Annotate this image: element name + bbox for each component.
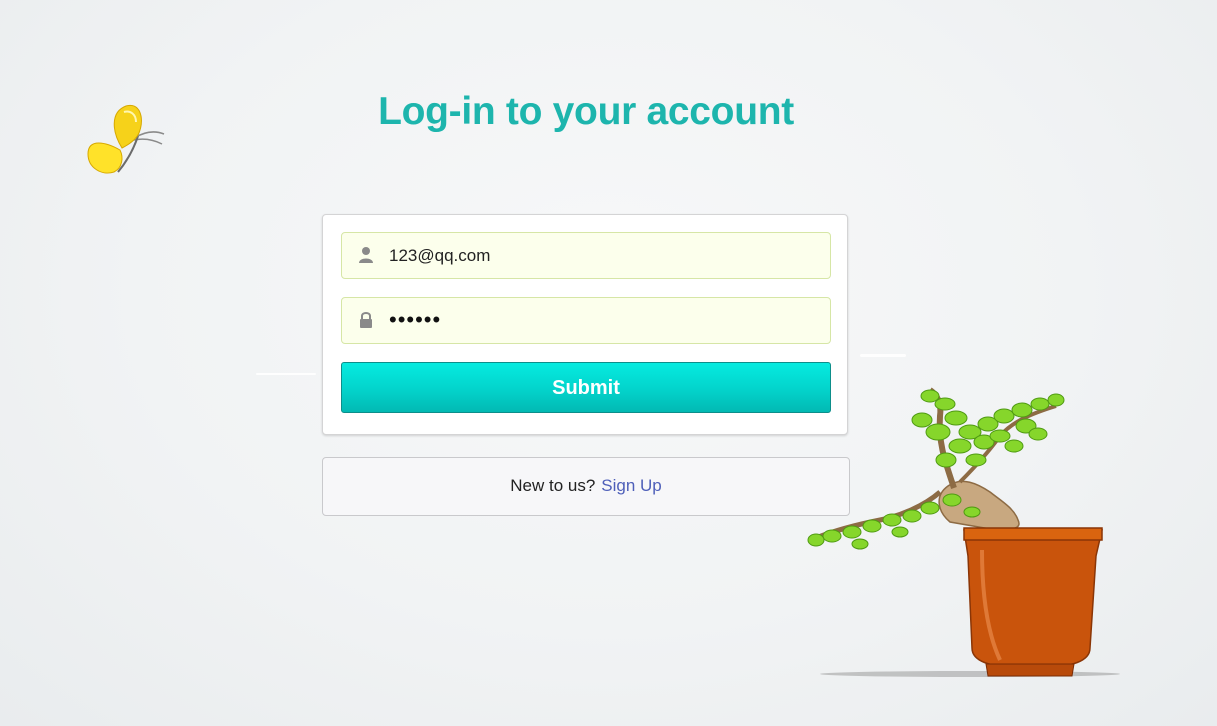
background-speck	[860, 354, 906, 357]
signup-prompt: New to us?	[510, 476, 596, 495]
password-field[interactable]: ••••••	[341, 297, 831, 344]
email-field[interactable]: 123@qq.com	[341, 232, 831, 279]
password-value: ••••••	[389, 307, 442, 332]
login-form-card: 123@qq.com •••••• Submit	[322, 214, 848, 435]
email-value: 123@qq.com	[389, 246, 491, 265]
signup-link[interactable]: Sign Up	[601, 476, 661, 495]
background-speck	[256, 373, 316, 375]
bonsai-illustration	[800, 380, 1130, 685]
user-icon	[358, 245, 374, 265]
butterfly-illustration	[82, 98, 172, 180]
signup-message: New to us? Sign Up	[322, 457, 850, 516]
page-title: Log-in to your account	[378, 90, 794, 133]
submit-button[interactable]: Submit	[341, 362, 831, 413]
lock-icon	[358, 310, 374, 330]
